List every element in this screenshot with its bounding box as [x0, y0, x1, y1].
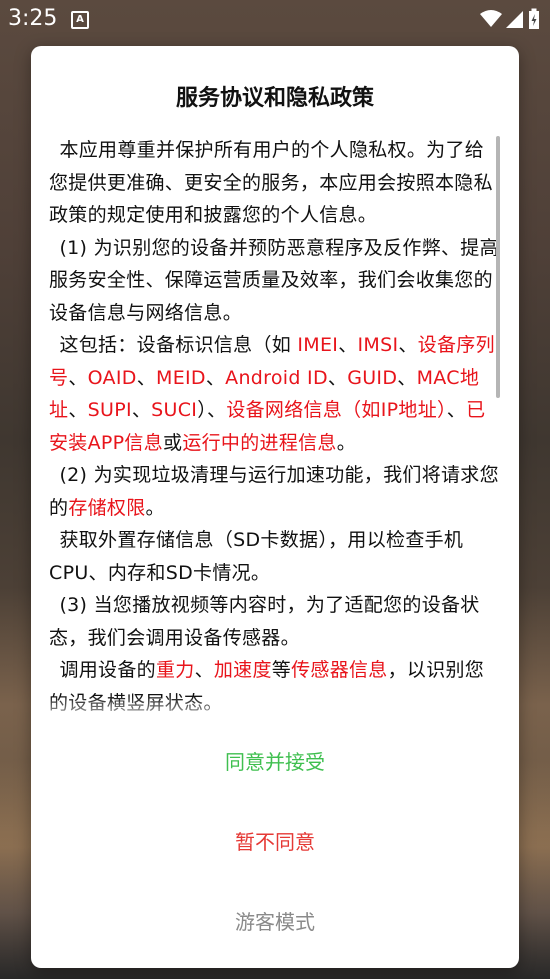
status-bar: 3:25 A	[0, 0, 550, 38]
guest-mode-button[interactable]: 游客模式	[31, 902, 519, 938]
policy-text: 、	[398, 334, 418, 356]
reject-button[interactable]: 暂不同意	[31, 822, 519, 858]
policy-text: 。	[145, 496, 165, 519]
highlighted-term: 运行中的进程信息	[182, 431, 337, 454]
policy-text: (3) 当您播放视频等内容时，为了适配您的设备状态，我们会调用设备传感器。	[49, 594, 480, 649]
highlighted-term: 加速度	[213, 659, 272, 681]
highlighted-term: SUPI	[87, 399, 132, 421]
scrollbar[interactable]	[496, 136, 500, 398]
policy-text: 、	[136, 366, 156, 389]
policy-text: 。	[336, 431, 357, 454]
policy-paragraph: 获取外置存储信息（SD卡数据），用以检查手机CPU、内存和SD卡情况。	[49, 524, 499, 589]
policy-text: 、	[327, 366, 348, 389]
policy-text: 这包括：设备标识信息（如	[59, 334, 298, 356]
policy-text: 、	[446, 399, 467, 421]
policy-text-scroll[interactable]: 本应用尊重并保护所有用户的个人隐私权。为了给您提供更准确、更安全的服务，本应用会…	[49, 134, 499, 718]
policy-text: 、	[131, 399, 152, 421]
highlighted-term: SUCI	[151, 399, 198, 421]
notification-icon: A	[71, 11, 89, 29]
accept-button[interactable]: 同意并接受	[31, 742, 519, 778]
highlighted-term: 存储权限	[68, 496, 146, 519]
highlighted-term: GUID	[347, 366, 398, 389]
policy-text: 、	[205, 366, 226, 389]
policy-text: 、	[68, 399, 88, 421]
policy-text: ）、	[197, 399, 227, 421]
wifi-icon	[480, 10, 502, 27]
policy-paragraph: (1) 为识别您的设备并预防恶意程序及反作弊、提高服务安全性、保障运营质量及效率…	[49, 232, 499, 330]
policy-text: 或	[163, 431, 183, 454]
policy-paragraph: (2) 为实现垃圾清理与运行加速功能，我们将请求您的存储权限。	[49, 459, 499, 524]
policy-text: 等	[271, 659, 292, 681]
battery-charging-icon	[529, 8, 539, 29]
policy-text: 、	[194, 659, 214, 681]
policy-paragraph: 本应用尊重并保护所有用户的个人隐私权。为了给您提供更准确、更安全的服务，本应用会…	[49, 134, 499, 232]
policy-text: (1) 为识别您的设备并预防恶意程序及反作弊、提高服务安全性、保障运营质量及效率…	[49, 236, 499, 324]
highlighted-term: Android ID	[225, 366, 328, 389]
highlighted-term: IMSI	[357, 334, 399, 356]
dialog-title: 服务协议和隐私政策	[175, 86, 374, 111]
policy-text: 、	[68, 366, 88, 389]
highlighted-term: 设备网络信息（如IP地址）	[226, 399, 447, 421]
highlighted-term: MEID	[156, 366, 206, 389]
policy-text: 调用设备的	[59, 659, 156, 681]
policy-text: 、	[338, 334, 358, 356]
policy-text: 、	[397, 366, 417, 389]
policy-text: 获取外置存储信息（SD卡数据），用以检查手机CPU、内存和SD卡情况。	[49, 529, 464, 584]
highlighted-term: 重力	[155, 659, 195, 681]
highlighted-term: OAID	[87, 366, 137, 389]
privacy-policy-dialog: 服务协议和隐私政策 本应用尊重并保护所有用户的个人隐私权。为了给您提供更准确、更…	[31, 46, 519, 968]
status-icons	[480, 8, 540, 30]
highlighted-term: 传感器信息	[291, 659, 388, 681]
cell-signal-icon	[506, 11, 523, 28]
status-time: 3:25	[8, 6, 58, 31]
policy-text: 本应用尊重并保护所有用户的个人隐私权。为了给您提供更准确、更安全的服务，本应用会…	[49, 139, 493, 226]
policy-paragraph: 这包括：设备标识信息（如 IMEI、IMSI、设备序列号、OAID、MEID、A…	[49, 329, 499, 459]
scroll-fade	[31, 696, 519, 726]
policy-paragraph: (3) 当您播放视频等内容时，为了适配您的设备状态，我们会调用设备传感器。	[49, 589, 499, 654]
highlighted-term: IMEI	[297, 334, 339, 356]
